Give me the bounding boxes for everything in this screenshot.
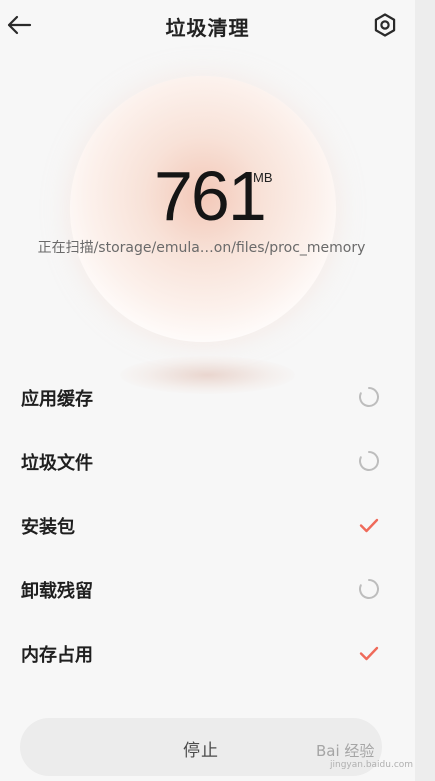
settings-button[interactable] [370,10,400,40]
spinner-icon [359,579,379,599]
list-item-app-cache[interactable]: 应用缓存 [0,372,415,422]
spinner-icon [359,451,379,471]
item-label: 应用缓存 [21,389,93,410]
item-label: 内存占用 [21,645,93,666]
list-item-junk-files[interactable]: 垃圾文件 [0,436,415,486]
watermark-sub: jingyan.baidu.com [330,760,414,770]
list-item-install-packages[interactable]: 安装包 [0,500,415,550]
item-label: 安装包 [21,517,75,538]
junk-size-value: 761 [154,157,267,235]
junk-size-unit: MB [253,170,273,185]
item-label: 垃圾文件 [21,453,93,474]
list-item-memory-usage[interactable]: 内存占用 [0,628,415,678]
list-item-uninstall-residue[interactable]: 卸载残留 [0,564,415,614]
gear-icon [374,13,396,37]
scan-path-text: 正在扫描/storage/emula…on/files/proc_memory [37,240,366,256]
check-icon [359,518,379,533]
junk-clean-screen: 垃圾清理 761 MB 正在扫描/storage/emula…on/files/… [0,0,415,781]
watermark: Bai 经验 [316,742,375,760]
edge-strip [415,0,435,781]
page-title: 垃圾清理 [165,16,250,40]
check-icon [359,646,379,661]
spinner-icon [359,387,379,407]
item-label: 卸载残留 [21,581,93,602]
top-bar: 垃圾清理 [0,0,415,56]
